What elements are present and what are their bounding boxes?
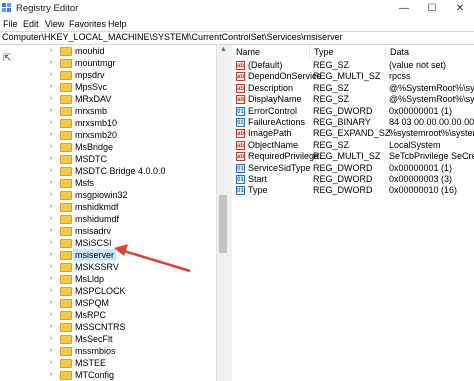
arrow-shaft (123, 249, 191, 273)
arrow-head (114, 244, 128, 256)
annotation-arrow (114, 244, 191, 273)
